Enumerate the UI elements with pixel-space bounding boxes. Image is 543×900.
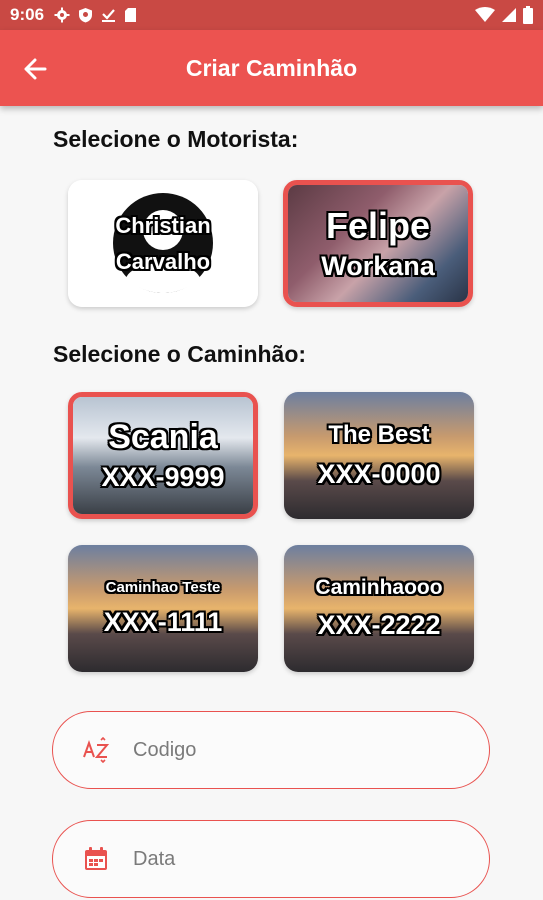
data-field[interactable] <box>52 820 490 898</box>
status-icons-left <box>54 7 137 23</box>
truck-name: Caminhao Teste <box>105 579 221 597</box>
driver-first-name: Felipe <box>325 205 431 247</box>
truck-name: Scania <box>108 418 218 457</box>
status-icons-right <box>475 6 533 24</box>
calendar-icon <box>81 844 111 874</box>
wifi-icon <box>475 7 495 22</box>
arrow-left-icon <box>24 58 47 80</box>
truck-plate: XXX-2222 <box>317 610 441 641</box>
app-bar: Criar Caminhão <box>0 30 543 106</box>
truck-name: Caminhaooo <box>315 575 443 599</box>
driver-first-name: Christian <box>115 213 211 239</box>
truck-card-scania[interactable]: Scania XXX-9999 <box>68 392 258 519</box>
drivers-section-title: Selecione o Motorista: <box>53 126 299 152</box>
truck-card-caminhaooo[interactable]: Caminhaooo XXX-2222 <box>284 545 474 672</box>
gear-icon <box>54 7 70 23</box>
truck-name: The Best <box>328 421 430 449</box>
codigo-input[interactable] <box>133 738 433 762</box>
truck-plate: XXX-1111 <box>103 606 223 637</box>
codigo-field[interactable] <box>52 711 490 789</box>
download-done-icon <box>102 9 116 22</box>
truck-card-caminhao-teste[interactable]: Caminhao Teste XXX-1111 <box>68 545 258 672</box>
driver-last-name: Carvalho <box>115 248 211 274</box>
az-sort-icon <box>81 735 111 765</box>
page-title: Criar Caminhão <box>185 54 358 81</box>
status-bar: 9:06 <box>0 0 543 30</box>
signal-icon <box>502 8 516 22</box>
driver-card-christian[interactable]: Christian Carvalho <box>68 180 258 307</box>
truck-plate: XXX-0000 <box>317 458 441 489</box>
back-button[interactable] <box>18 54 52 84</box>
shield-icon <box>79 8 93 23</box>
truck-plate: XXX-9999 <box>101 461 225 492</box>
truck-card-the-best[interactable]: The Best XXX-0000 <box>284 392 474 519</box>
driver-card-felipe[interactable]: Felipe Workana <box>283 180 473 307</box>
status-time: 9:06 <box>10 5 45 24</box>
sd-card-icon <box>125 8 137 22</box>
trucks-section-title: Selecione o Caminhão: <box>53 341 307 367</box>
battery-icon <box>523 6 533 24</box>
driver-last-name: Workana <box>321 250 435 281</box>
data-input[interactable] <box>133 847 433 871</box>
